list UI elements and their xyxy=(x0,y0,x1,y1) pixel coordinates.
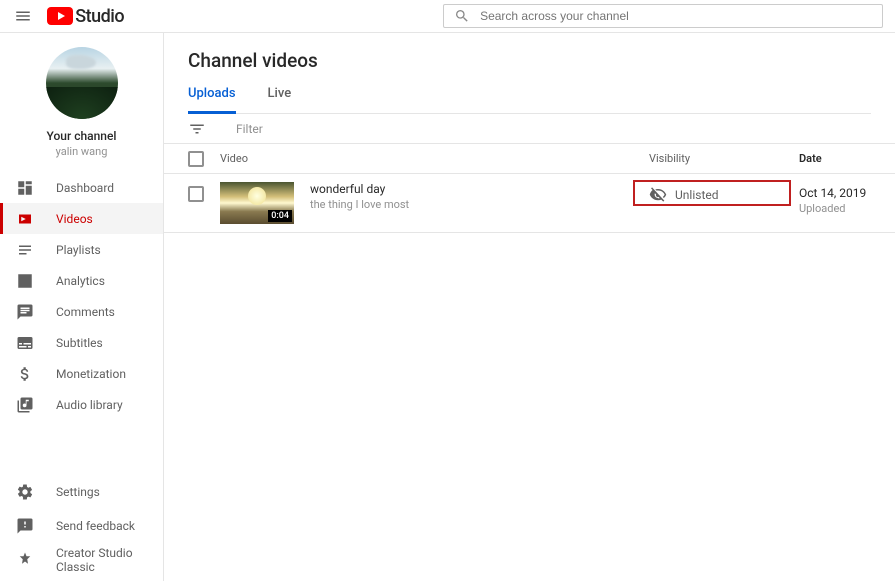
nav-analytics-label: Analytics xyxy=(56,274,105,288)
nav-dashboard[interactable]: Dashboard xyxy=(0,172,163,203)
nav-monetization[interactable]: Monetization xyxy=(0,358,163,389)
col-date-header[interactable]: Date xyxy=(799,152,871,165)
audio-library-icon xyxy=(16,396,34,414)
nav-dashboard-label: Dashboard xyxy=(56,181,114,195)
nav-subtitles[interactable]: Subtitles xyxy=(0,327,163,358)
subtitles-icon xyxy=(16,334,34,352)
page-title: Channel videos xyxy=(188,49,871,72)
feedback-icon xyxy=(16,517,34,535)
sidebar: Your channel yalin wang Dashboard Videos… xyxy=(0,33,164,581)
nav-creator-classic[interactable]: Creator Studio Classic xyxy=(0,543,163,577)
menu-button[interactable] xyxy=(12,4,33,28)
filter-icon[interactable] xyxy=(188,120,206,138)
analytics-icon xyxy=(16,272,34,290)
nav-settings[interactable]: Settings xyxy=(0,475,163,509)
visibility-label: Unlisted xyxy=(675,188,719,202)
tabs: Uploads Live xyxy=(188,86,871,114)
unlisted-icon xyxy=(649,186,667,204)
filter-label[interactable]: Filter xyxy=(236,122,263,136)
youtube-play-icon xyxy=(47,7,73,25)
filter-row: Filter xyxy=(164,114,895,144)
video-row[interactable]: 0:04 wonderful day the thing I love most… xyxy=(164,174,895,233)
nav-audio-library[interactable]: Audio library xyxy=(0,389,163,420)
video-thumbnail[interactable]: 0:04 xyxy=(220,182,294,224)
search-input[interactable] xyxy=(480,9,872,23)
video-duration: 0:04 xyxy=(268,210,292,222)
nav-list: Dashboard Videos Playlists Analytics Com… xyxy=(0,172,163,420)
video-subtitle: the thing I love most xyxy=(310,198,409,211)
nav-comments[interactable]: Comments xyxy=(0,296,163,327)
nav-audio-library-label: Audio library xyxy=(56,398,123,412)
nav-videos[interactable]: Videos xyxy=(0,203,163,234)
sidebar-bottom: Settings Send feedback Creator Studio Cl… xyxy=(0,475,163,577)
video-date-sub: Uploaded xyxy=(799,202,871,215)
monetization-icon xyxy=(16,365,34,383)
nav-settings-label: Settings xyxy=(56,485,100,499)
logo[interactable]: Studio xyxy=(47,6,124,27)
nav-playlists[interactable]: Playlists xyxy=(0,234,163,265)
table-head: Video Visibility Date xyxy=(164,144,895,174)
menu-icon xyxy=(14,7,32,25)
settings-icon xyxy=(16,483,34,501)
comments-icon xyxy=(16,303,34,321)
nav-subtitles-label: Subtitles xyxy=(56,336,103,350)
creator-classic-icon xyxy=(16,551,34,569)
search-box[interactable] xyxy=(443,4,883,28)
nav-playlists-label: Playlists xyxy=(56,243,101,257)
select-all-checkbox[interactable] xyxy=(188,151,204,167)
visibility-cell[interactable]: Unlisted xyxy=(649,182,799,204)
tab-live[interactable]: Live xyxy=(268,86,292,113)
main: Channel videos Uploads Live Filter Video… xyxy=(164,33,895,581)
your-channel-label: Your channel xyxy=(47,129,117,143)
dashboard-icon xyxy=(16,179,34,197)
playlists-icon xyxy=(16,241,34,259)
date-cell: Oct 14, 2019 Uploaded xyxy=(799,182,871,215)
col-visibility-header: Visibility xyxy=(649,152,799,165)
channel-box: Your channel yalin wang xyxy=(0,47,163,172)
search-icon xyxy=(454,8,470,24)
video-title[interactable]: wonderful day xyxy=(310,182,409,196)
videos-icon xyxy=(16,210,34,228)
logo-text: Studio xyxy=(75,6,124,27)
nav-monetization-label: Monetization xyxy=(56,367,126,381)
nav-analytics[interactable]: Analytics xyxy=(0,265,163,296)
nav-videos-label: Videos xyxy=(56,212,93,226)
video-date: Oct 14, 2019 xyxy=(799,186,871,200)
tab-uploads[interactable]: Uploads xyxy=(188,86,236,114)
nav-creator-classic-label: Creator Studio Classic xyxy=(56,546,147,574)
nav-send-feedback-label: Send feedback xyxy=(56,519,135,533)
nav-send-feedback[interactable]: Send feedback xyxy=(0,509,163,543)
channel-name: yalin wang xyxy=(56,145,108,158)
nav-comments-label: Comments xyxy=(56,305,115,319)
row-checkbox[interactable] xyxy=(188,186,204,202)
channel-avatar[interactable] xyxy=(46,47,118,119)
col-video-header: Video xyxy=(220,152,649,165)
